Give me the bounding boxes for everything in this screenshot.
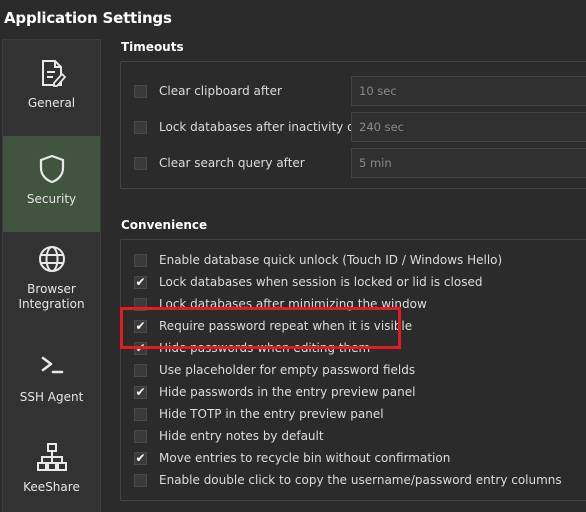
checkbox-label: Lock databases after inactivity of: [159, 120, 359, 134]
checkbox[interactable]: [134, 407, 147, 421]
checkbox[interactable]: [134, 363, 147, 377]
sidebar-item-browser-integration[interactable]: Browser Integration: [3, 232, 100, 328]
checkbox-label: Hide entry notes by default: [159, 429, 324, 443]
timeouts-group: Clear clipboard after 10 sec Lock databa…: [120, 61, 586, 189]
checkbox[interactable]: ✔: [134, 385, 147, 399]
checkbox[interactable]: [134, 84, 147, 98]
clear-search-spinbox[interactable]: 5 min: [351, 148, 586, 178]
sidebar-item-label: SSH Agent: [19, 390, 84, 404]
timeout-row-clipboard[interactable]: Clear clipboard after: [134, 84, 282, 98]
shield-icon: [38, 154, 66, 184]
sidebar-item-general[interactable]: General: [3, 40, 100, 136]
checkbox[interactable]: [134, 473, 147, 487]
option-hide-totp-preview[interactable]: Hide TOTP in the entry preview panel: [134, 407, 384, 421]
timeout-row-lock[interactable]: Lock databases after inactivity of: [134, 120, 359, 134]
checkbox-label: Enable double click to copy the username…: [159, 473, 562, 487]
option-quick-unlock[interactable]: Enable database quick unlock (Touch ID /…: [134, 253, 502, 267]
sidebar-item-label: KeeShare: [23, 480, 80, 494]
sidebar-item-label: General: [27, 96, 76, 110]
sidebar-item-ssh-agent[interactable]: SSH Agent: [3, 328, 100, 424]
checkbox[interactable]: [134, 253, 147, 267]
checkbox[interactable]: ✔: [134, 451, 147, 465]
option-double-click-copy[interactable]: Enable double click to copy the username…: [134, 473, 562, 487]
sidebar-item-label: Security: [26, 192, 77, 206]
timeouts-heading: Timeouts: [121, 40, 184, 54]
checkbox[interactable]: ✔: [134, 275, 147, 289]
checkbox[interactable]: [134, 120, 147, 134]
lock-inactivity-spinbox[interactable]: 240 sec: [351, 112, 586, 142]
checkbox-label: Hide passwords in the entry preview pane…: [159, 385, 416, 399]
checkbox-label: Clear search query after: [159, 156, 305, 170]
option-lock-on-session[interactable]: ✔ Lock databases when session is locked …: [134, 275, 482, 289]
checkbox[interactable]: [134, 156, 147, 170]
option-recycle-no-confirm[interactable]: ✔ Move entries to recycle bin without co…: [134, 451, 450, 465]
checkbox-label: Enable database quick unlock (Touch ID /…: [159, 253, 503, 267]
option-hide-notes[interactable]: Hide entry notes by default: [134, 429, 324, 443]
timeout-row-search[interactable]: Clear search query after: [134, 156, 305, 170]
checkbox-label: Lock databases when session is locked or…: [159, 275, 483, 289]
checkbox-label: Clear clipboard after: [159, 84, 282, 98]
globe-icon: [37, 244, 67, 274]
sidebar-item-keeshare[interactable]: KeeShare: [3, 424, 100, 512]
network-icon: [36, 442, 67, 472]
settings-sidebar: General Security Browser Integration SSH…: [2, 39, 101, 512]
option-placeholder-empty[interactable]: Use placeholder for empty password field…: [134, 363, 415, 377]
terminal-icon: [37, 350, 67, 380]
convenience-group: Enable database quick unlock (Touch ID /…: [120, 239, 586, 501]
checkbox[interactable]: [134, 429, 147, 443]
option-hide-passwords-preview[interactable]: ✔ Hide passwords in the entry preview pa…: [134, 385, 415, 399]
sidebar-item-label: Browser Integration: [18, 282, 85, 311]
sidebar-item-security[interactable]: Security: [3, 136, 100, 232]
checkbox-label: Move entries to recycle bin without conf…: [159, 451, 451, 465]
convenience-heading: Convenience: [121, 218, 208, 232]
app-title: Application Settings: [4, 9, 172, 27]
highlight-box: [120, 307, 401, 349]
settings-content: Timeouts Clear clipboard after 10 sec Lo…: [108, 39, 586, 512]
checkbox-label: Hide TOTP in the entry preview panel: [159, 407, 384, 421]
general-icon: [37, 58, 67, 88]
clear-clipboard-spinbox[interactable]: 10 sec: [351, 76, 586, 106]
checkbox-label: Use placeholder for empty password field…: [159, 363, 416, 377]
